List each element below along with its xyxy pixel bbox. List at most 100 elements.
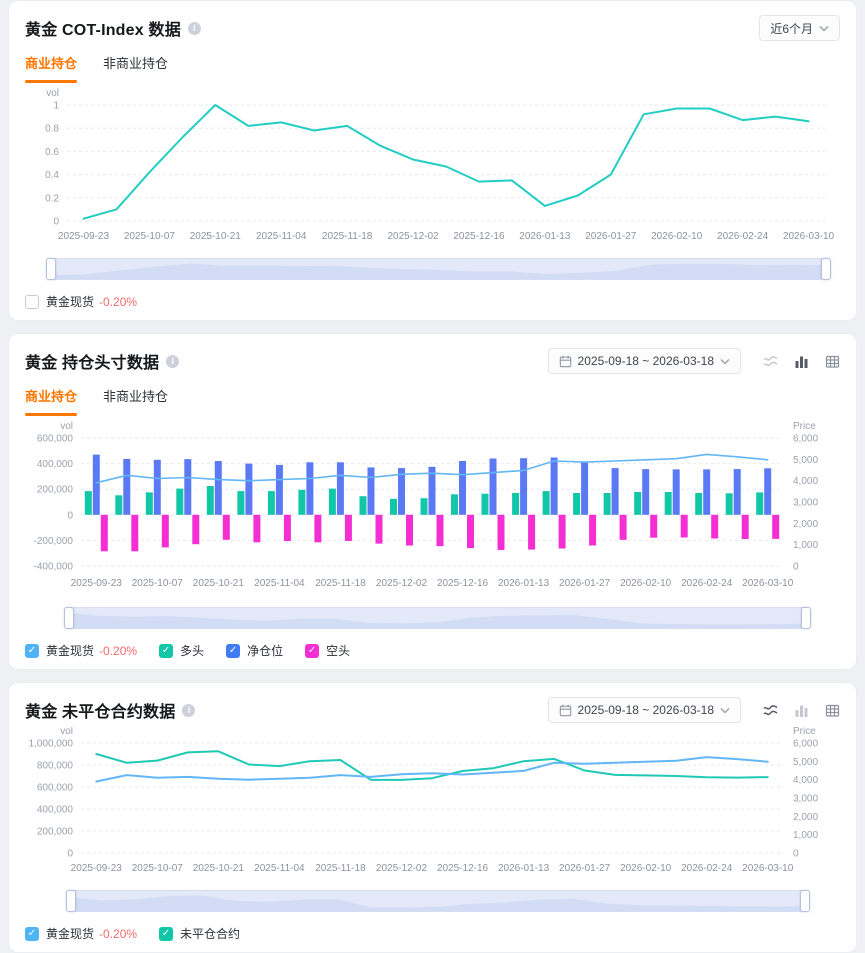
slider-handle-left[interactable] xyxy=(66,890,76,912)
tab-noncommercial[interactable]: 非商业持仓 xyxy=(103,386,168,416)
svg-text:2,000: 2,000 xyxy=(793,519,818,530)
page-title: 黄金 COT-Index 数据 xyxy=(25,22,181,39)
table-icon[interactable] xyxy=(825,354,840,369)
svg-text:2026-03-10: 2026-03-10 xyxy=(783,231,835,242)
legend-checkbox[interactable]: ✓ xyxy=(25,643,39,658)
legend-item[interactable]: ✓ 空头 xyxy=(305,642,350,659)
svg-text:2025-09-23: 2025-09-23 xyxy=(71,578,123,589)
bar-chart-icon[interactable] xyxy=(794,703,809,718)
svg-text:2026-02-10: 2026-02-10 xyxy=(651,231,703,242)
slider-handle-left[interactable] xyxy=(64,607,74,629)
page-title: 黄金 未平仓合约数据 xyxy=(25,704,176,721)
date-range-picker[interactable]: 2025-09-18 ~ 2026-03-18 xyxy=(547,348,741,374)
svg-text:800,000: 800,000 xyxy=(37,761,74,772)
legend-item[interactable]: ✓ 黄金现货 -0.20% xyxy=(25,925,137,942)
svg-text:600,000: 600,000 xyxy=(37,783,74,794)
data-zoom-slider[interactable] xyxy=(66,890,810,912)
zoom-preview-area xyxy=(66,612,809,628)
data-zoom-slider[interactable] xyxy=(46,258,831,280)
svg-text:2026-01-27: 2026-01-27 xyxy=(585,231,637,242)
change-percent: -0.20% xyxy=(99,294,138,309)
tab-noncommercial[interactable]: 非商业持仓 xyxy=(103,53,168,83)
legend-checkbox[interactable]: ✓ xyxy=(305,643,320,658)
svg-text:1,000,000: 1,000,000 xyxy=(29,739,74,750)
legend-label: 空头 xyxy=(326,644,351,658)
svg-text:6,000: 6,000 xyxy=(793,434,818,445)
calendar-icon xyxy=(559,355,571,367)
svg-text:-400,000: -400,000 xyxy=(34,562,74,573)
legend-item[interactable]: ✓ 未平仓合约 xyxy=(159,925,240,942)
svg-text:0.8: 0.8 xyxy=(45,124,59,135)
svg-text:0: 0 xyxy=(793,562,799,573)
table-icon[interactable] xyxy=(825,703,840,718)
svg-text:0.2: 0.2 xyxy=(45,193,59,204)
panel-header: 黄金 持仓头寸数据 i 2025-09-18 ~ 2026-03-18 xyxy=(25,348,840,374)
legend-item[interactable]: ✓ 多头 xyxy=(159,642,204,659)
bar-chart-icon[interactable] xyxy=(794,354,809,369)
svg-text:2026-01-13: 2026-01-13 xyxy=(498,863,550,874)
legend-checkbox[interactable]: ✓ xyxy=(159,643,174,658)
date-range-value: 2025-09-18 ~ 2026-03-18 xyxy=(577,703,714,717)
svg-text:5,000: 5,000 xyxy=(793,455,818,466)
svg-text:Price: Price xyxy=(793,727,816,737)
legend: 黄金现货 -0.20% xyxy=(25,293,840,310)
info-icon[interactable]: i xyxy=(166,354,180,368)
chevron-down-icon xyxy=(720,707,730,713)
info-icon[interactable]: i xyxy=(187,21,201,35)
svg-text:2026-01-13: 2026-01-13 xyxy=(519,231,571,242)
line-chart-icon[interactable] xyxy=(763,703,778,718)
slider-handle-left[interactable] xyxy=(46,258,56,280)
legend-label: 净仓位 xyxy=(247,644,284,658)
legend-checkbox[interactable] xyxy=(25,294,39,309)
slider-handle-right[interactable] xyxy=(821,258,831,280)
svg-text:vol: vol xyxy=(60,727,73,737)
zoom-preview-area xyxy=(68,895,808,911)
legend-checkbox[interactable]: ✓ xyxy=(226,643,241,658)
change-percent: -0.20% xyxy=(99,926,138,941)
svg-text:2025-10-21: 2025-10-21 xyxy=(193,578,245,589)
range-select[interactable]: 近6个月 xyxy=(759,15,840,41)
tab-commercial[interactable]: 商业持仓 xyxy=(25,53,78,83)
date-range-picker[interactable]: 2025-09-18 ~ 2026-03-18 xyxy=(547,697,741,723)
legend-item[interactable]: ✓ 净仓位 xyxy=(226,642,283,659)
legend-label: 黄金现货 xyxy=(46,644,95,658)
cot-index-chart[interactable]: 1 0.8 0.6 0.4 0.2 0 vol 2025-09-23 2025-10-07 202… xyxy=(25,87,842,249)
legend-checkbox[interactable]: ✓ xyxy=(159,926,174,941)
panel-open-interest: 黄金 未平仓合约数据 i 2025-09-18 ~ 2026-03-18 1,0… xyxy=(8,682,857,953)
chart-toolbar: 2025-09-18 ~ 2026-03-18 xyxy=(547,697,840,723)
svg-text:2026-02-10: 2026-02-10 xyxy=(620,578,672,589)
svg-text:5,000: 5,000 xyxy=(793,757,818,768)
svg-text:4,000: 4,000 xyxy=(793,775,818,786)
data-zoom-slider[interactable] xyxy=(64,607,811,629)
slider-handle-right[interactable] xyxy=(801,607,811,629)
legend-checkbox[interactable]: ✓ xyxy=(25,926,39,941)
svg-text:2,000: 2,000 xyxy=(793,812,818,823)
svg-text:1,000: 1,000 xyxy=(793,540,818,551)
legend-item[interactable]: ✓ 黄金现货 -0.20% xyxy=(25,642,137,659)
svg-text:2026-02-24: 2026-02-24 xyxy=(681,863,733,874)
slider-handle-right[interactable] xyxy=(800,890,810,912)
tab-commercial[interactable]: 商业持仓 xyxy=(25,386,78,416)
svg-text:-200,000: -200,000 xyxy=(34,536,74,547)
svg-text:2025-12-16: 2025-12-16 xyxy=(453,231,505,242)
panel-cot-index: 黄金 COT-Index 数据 i 近6个月 商业持仓 非商业持仓 1 0.8 0.… xyxy=(8,0,857,321)
svg-text:2025-09-23: 2025-09-23 xyxy=(71,863,123,874)
svg-text:2025-11-04: 2025-11-04 xyxy=(256,231,307,242)
svg-text:0: 0 xyxy=(53,217,59,228)
panel-header: 黄金 COT-Index 数据 i 近6个月 xyxy=(25,15,840,41)
svg-text:2025-11-18: 2025-11-18 xyxy=(315,578,366,589)
svg-text:0.6: 0.6 xyxy=(45,147,59,158)
svg-text:2026-01-27: 2026-01-27 xyxy=(559,863,611,874)
svg-text:2026-02-10: 2026-02-10 xyxy=(620,863,672,874)
svg-text:200,000: 200,000 xyxy=(37,827,74,838)
svg-text:0: 0 xyxy=(67,849,73,860)
open-interest-chart[interactable]: 1,000,000 800,000 600,000 400,000 200,000 0 vo… xyxy=(25,727,842,881)
chevron-down-icon xyxy=(819,25,829,31)
legend-item[interactable]: 黄金现货 -0.20% xyxy=(25,293,137,310)
svg-text:2025-09-23: 2025-09-23 xyxy=(58,231,110,242)
positions-chart[interactable]: 600,000 400,000 200,000 0 -200,000 -400,000 vo… xyxy=(25,420,842,598)
info-icon[interactable]: i xyxy=(182,703,196,717)
svg-text:2025-12-02: 2025-12-02 xyxy=(376,578,428,589)
svg-text:2026-01-13: 2026-01-13 xyxy=(498,578,550,589)
line-chart-icon[interactable] xyxy=(763,354,778,369)
